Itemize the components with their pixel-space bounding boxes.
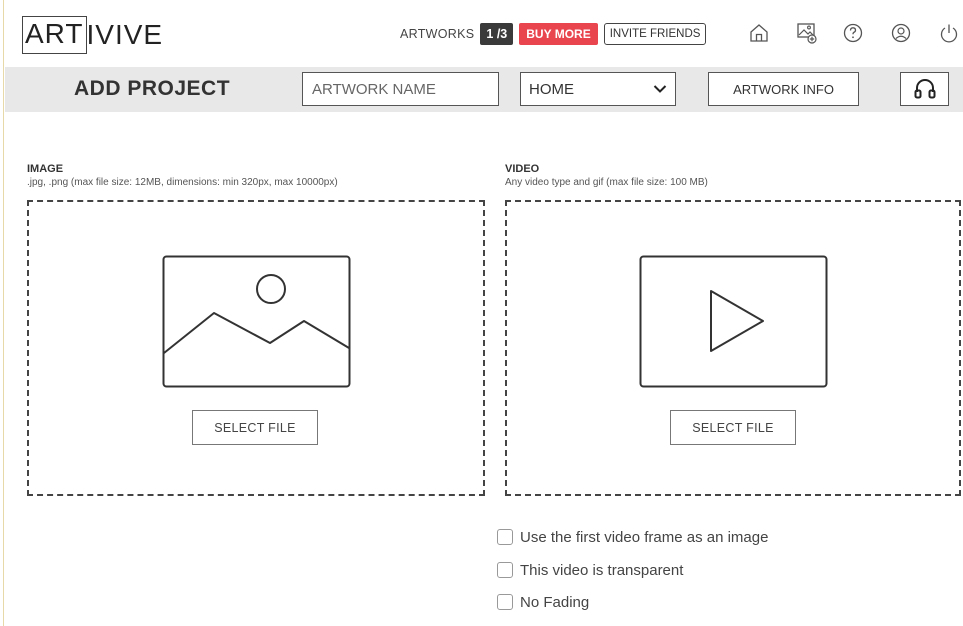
top-bar: ARTWORKS 1 /3 BUY MORE INVITE FRIENDS xyxy=(400,21,707,47)
video-section-hint: Any video type and gif (max file size: 1… xyxy=(505,177,708,188)
invite-friends-button[interactable]: INVITE FRIENDS xyxy=(603,23,707,45)
category-select[interactable]: HOME xyxy=(520,72,676,106)
home-icon[interactable] xyxy=(746,20,772,46)
checkbox[interactable] xyxy=(497,562,513,578)
checkbox[interactable] xyxy=(497,594,513,610)
category-select-value: HOME xyxy=(529,80,574,98)
image-select-file-button[interactable]: SELECT FILE xyxy=(192,410,318,445)
option-label: Use the first video frame as an image xyxy=(520,528,769,546)
help-icon[interactable] xyxy=(840,20,866,46)
option-first-frame[interactable]: Use the first video frame as an image xyxy=(497,527,768,547)
video-play-icon xyxy=(639,255,828,388)
artwork-info-button[interactable]: ARTWORK INFO xyxy=(708,72,859,106)
page-title: ADD PROJECT xyxy=(74,77,231,100)
option-label: This video is transparent xyxy=(520,561,684,579)
headset-icon xyxy=(914,79,935,99)
option-transparent[interactable]: This video is transparent xyxy=(497,560,683,580)
image-section-hint: .jpg, .png (max file size: 12MB, dimensi… xyxy=(27,177,338,188)
logo-boxed-text: ART xyxy=(22,16,87,54)
artworks-label: ARTWORKS xyxy=(400,27,475,41)
chevron-down-icon xyxy=(653,85,667,93)
edge-divider xyxy=(3,0,4,626)
buy-more-button[interactable]: BUY MORE xyxy=(519,23,598,45)
image-section-title: IMAGE xyxy=(27,163,64,175)
artworks-count-badge: 1 /3 xyxy=(480,23,514,45)
option-label: No Fading xyxy=(520,593,590,611)
support-button[interactable] xyxy=(900,72,949,106)
page: ART IVIVE ARTWORKS 1 /3 BUY MORE INVITE F… xyxy=(0,0,963,626)
user-icon[interactable] xyxy=(888,20,914,46)
gallery-add-icon[interactable] xyxy=(794,20,820,46)
logo-text: IVIVE xyxy=(86,19,164,50)
video-select-file-button[interactable]: SELECT FILE xyxy=(670,410,796,445)
artivive-logo[interactable]: ART IVIVE xyxy=(22,15,163,55)
video-section-title: VIDEO xyxy=(505,163,540,175)
artwork-name-input[interactable] xyxy=(302,72,499,106)
checkbox[interactable] xyxy=(497,529,513,545)
power-icon[interactable] xyxy=(936,20,962,46)
option-no-fading[interactable]: No Fading xyxy=(497,592,589,612)
image-placeholder-icon xyxy=(162,255,351,388)
